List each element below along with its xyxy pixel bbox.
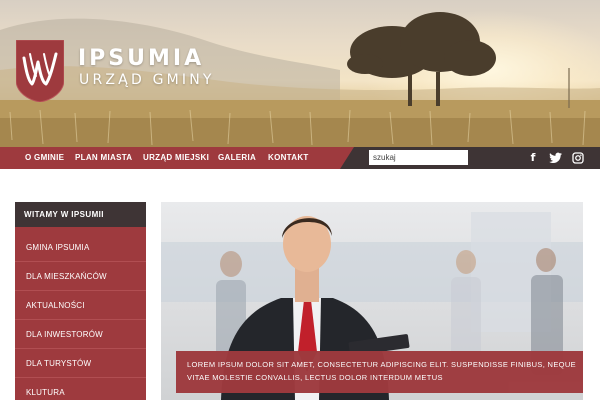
search-input[interactable]: [369, 150, 468, 165]
nav-item-o-gminie[interactable]: O GMINIE: [25, 147, 64, 169]
banner-caption: LOREM IPSUM DOLOR SIT AMET, CONSECTETUR …: [176, 351, 583, 393]
nav-item-galeria[interactable]: GALERIA: [218, 147, 256, 169]
banner-caption-text: LOREM IPSUM DOLOR SIT AMET, CONSECTETUR …: [187, 360, 576, 382]
sidebar-item-dla-turystow[interactable]: DLA TURYSTÓW: [15, 349, 146, 378]
header-hero: IPSUMIA URZĄD GMINY: [0, 0, 600, 147]
sidebar-header: WITAMY W IPSUMII: [15, 202, 146, 227]
facebook-icon[interactable]: f: [528, 147, 538, 169]
sidebar: WITAMY W IPSUMII GMINA IPSUMIA DLA MIESZ…: [15, 202, 146, 400]
logo-icon[interactable]: [16, 40, 64, 102]
brand-subtitle: URZĄD GMINY: [79, 72, 215, 88]
nav-item-urzad-miejski[interactable]: URZĄD MIEJSKI: [143, 147, 209, 169]
sidebar-item-aktualnosci[interactable]: AKTUALNOŚCI: [15, 291, 146, 320]
sidebar-item-dla-inwestorow[interactable]: DLA INWESTORÓW: [15, 320, 146, 349]
nav-item-plan-miasta[interactable]: PLAN MIASTA: [75, 147, 132, 169]
sidebar-title: WITAMY W IPSUMII: [24, 210, 104, 219]
sidebar-item-dla-mieszkancow[interactable]: DLA MIESZKAŃCÓW: [15, 262, 146, 291]
instagram-icon[interactable]: [572, 152, 584, 164]
nav-item-kontakt[interactable]: KONTAKT: [268, 147, 309, 169]
brand-name: IPSUMIA: [78, 46, 205, 71]
twitter-icon[interactable]: [549, 152, 562, 164]
sidebar-item-gmina-ipsumia[interactable]: GMINA IPSUMIA: [15, 233, 146, 262]
sidebar-item-klutura[interactable]: KLUTURA: [15, 378, 146, 407]
